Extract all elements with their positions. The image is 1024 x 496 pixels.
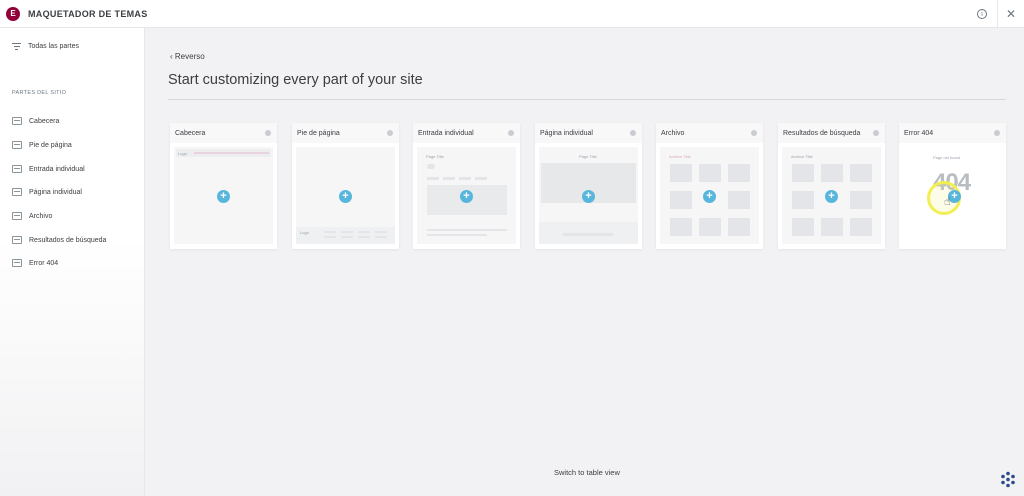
- add-icon[interactable]: +: [825, 190, 838, 203]
- add-icon[interactable]: +: [339, 190, 352, 203]
- filter-icon: [12, 43, 21, 50]
- brand-logo-icon: [1001, 471, 1015, 488]
- sidebar-item-label: Pie de página: [29, 141, 72, 149]
- all-parts-label: Todas las partes: [28, 43, 79, 50]
- card-preview: Archive Title +: [660, 147, 759, 244]
- card-header: Error 404: [899, 123, 1006, 143]
- sidebar-item-label: Resultados de búsqueda: [29, 236, 107, 244]
- card-title: Archivo: [661, 129, 685, 137]
- card-preview: Archive Title +: [782, 147, 881, 244]
- card-header: Archivo: [656, 123, 763, 143]
- info-icon[interactable]: i: [977, 9, 987, 19]
- card-error-404[interactable]: Error 404 Page not found 404 + ☝: [899, 123, 1006, 249]
- info-icon[interactable]: [387, 130, 393, 136]
- site-parts-heading: PARTES DEL SITIO: [12, 90, 67, 96]
- card-title: Resultados de búsqueda: [783, 129, 861, 137]
- card-preview: Logo +: [296, 147, 395, 244]
- card-preview: Page Title +: [417, 147, 516, 244]
- info-icon[interactable]: [994, 130, 1000, 136]
- info-icon[interactable]: [630, 130, 636, 136]
- card-preview: Page Title +: [539, 147, 638, 244]
- single-post-icon: [12, 165, 22, 173]
- sidebar-item-cabecera[interactable]: Cabecera: [12, 117, 59, 125]
- card-header: Página individual: [535, 123, 642, 143]
- hand-cursor-icon: ☝: [944, 196, 951, 208]
- app-title: MAQUETADOR DE TEMAS: [28, 8, 148, 19]
- preview-text: Page Title: [426, 154, 444, 159]
- add-icon[interactable]: +: [703, 190, 716, 203]
- search-results-icon: [12, 236, 22, 244]
- card-archivo[interactable]: Archivo Archive Title +: [656, 123, 763, 249]
- card-pagina-individual[interactable]: Página individual Page Title +: [535, 123, 642, 249]
- info-icon[interactable]: [873, 130, 879, 136]
- info-icon[interactable]: [508, 130, 514, 136]
- sidebar-item-label: Error 404: [29, 259, 59, 267]
- header-icon: [12, 117, 22, 125]
- card-header: Entrada individual: [413, 123, 520, 143]
- sidebar-item-pagina-individual[interactable]: Página individual: [12, 188, 82, 196]
- card-title: Cabecera: [175, 129, 206, 137]
- card-header: Pie de página: [292, 123, 399, 143]
- card-preview: Logo +: [174, 147, 273, 244]
- card-header: Resultados de búsqueda: [778, 123, 885, 143]
- switch-to-table-view-link[interactable]: Switch to table view: [554, 468, 620, 477]
- divider: [168, 99, 1006, 100]
- main-content: ‹ Reverso Start customizing every part o…: [146, 28, 1024, 496]
- preview-text: Archive Title: [669, 154, 691, 159]
- preview-text: Archive Title: [791, 154, 813, 159]
- sidebar-item-entrada-individual[interactable]: Entrada individual: [12, 165, 85, 173]
- add-icon[interactable]: +: [460, 190, 473, 203]
- add-icon[interactable]: +: [217, 190, 230, 203]
- info-icon[interactable]: [265, 130, 271, 136]
- footer-icon: [12, 141, 22, 149]
- card-title: Error 404: [904, 129, 934, 137]
- preview-text: Logo: [300, 230, 309, 235]
- sidebar-item-label: Archivo: [29, 212, 53, 220]
- page-title: Start customizing every part of your sit…: [168, 72, 423, 88]
- card-header: Cabecera: [170, 123, 277, 143]
- card-preview: Page not found 404 + ☝: [903, 147, 1002, 244]
- sidebar: Todas las partes PARTES DEL SITIO Cabece…: [0, 28, 145, 496]
- card-resultados-de-busqueda[interactable]: Resultados de búsqueda Archive Title +: [778, 123, 885, 249]
- sidebar-item-label: Cabecera: [29, 117, 60, 125]
- back-label: Reverso: [174, 52, 205, 61]
- archive-icon: [12, 212, 22, 220]
- all-parts-filter[interactable]: Todas las partes: [12, 43, 79, 50]
- error-404-icon: [12, 259, 22, 267]
- card-pie-de-pagina[interactable]: Pie de página Logo +: [292, 123, 399, 249]
- top-bar: E MAQUETADOR DE TEMAS i ✕: [0, 0, 1024, 28]
- card-title: Página individual: [540, 129, 593, 137]
- card-entrada-individual[interactable]: Entrada individual Page Title +: [413, 123, 520, 249]
- card-title: Entrada individual: [418, 129, 474, 137]
- sidebar-item-pie-de-pagina[interactable]: Pie de página: [12, 141, 72, 149]
- card-title: Pie de página: [297, 129, 340, 137]
- add-icon[interactable]: +: [582, 190, 595, 203]
- preview-text: Logo: [178, 151, 187, 156]
- preview-text: Page Title: [579, 154, 597, 159]
- back-link[interactable]: ‹ Reverso: [170, 52, 205, 61]
- info-icon[interactable]: [751, 130, 757, 136]
- top-actions: i ✕: [977, 0, 1024, 28]
- elementor-logo-icon: E: [6, 6, 20, 21]
- single-page-icon: [12, 188, 22, 196]
- card-cabecera[interactable]: Cabecera Logo +: [170, 123, 277, 249]
- close-icon[interactable]: ✕: [998, 7, 1024, 21]
- sidebar-item-label: Página individual: [29, 188, 82, 196]
- preview-text: Page not found: [933, 155, 961, 160]
- sidebar-item-error-404[interactable]: Error 404: [12, 259, 58, 267]
- sidebar-item-archivo[interactable]: Archivo: [12, 212, 52, 220]
- sidebar-item-label: Entrada individual: [29, 165, 85, 173]
- sidebar-item-resultados-de-busqueda[interactable]: Resultados de búsqueda: [12, 236, 106, 244]
